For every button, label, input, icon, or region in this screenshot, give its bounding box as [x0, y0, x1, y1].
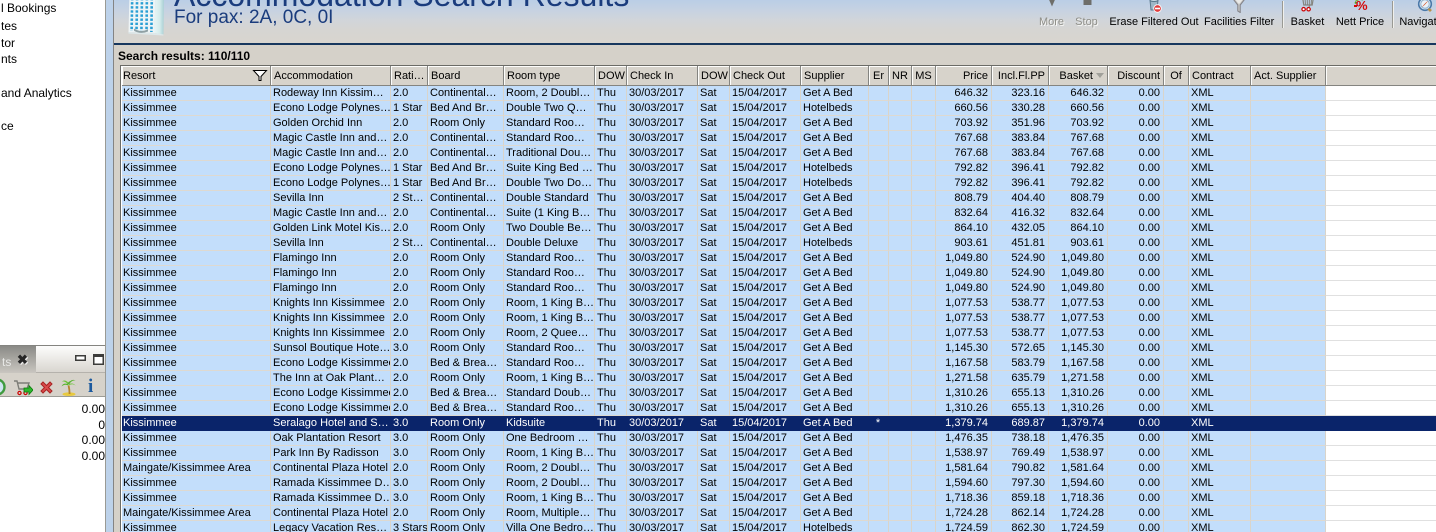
svg-text:%: % [1356, 0, 1368, 13]
